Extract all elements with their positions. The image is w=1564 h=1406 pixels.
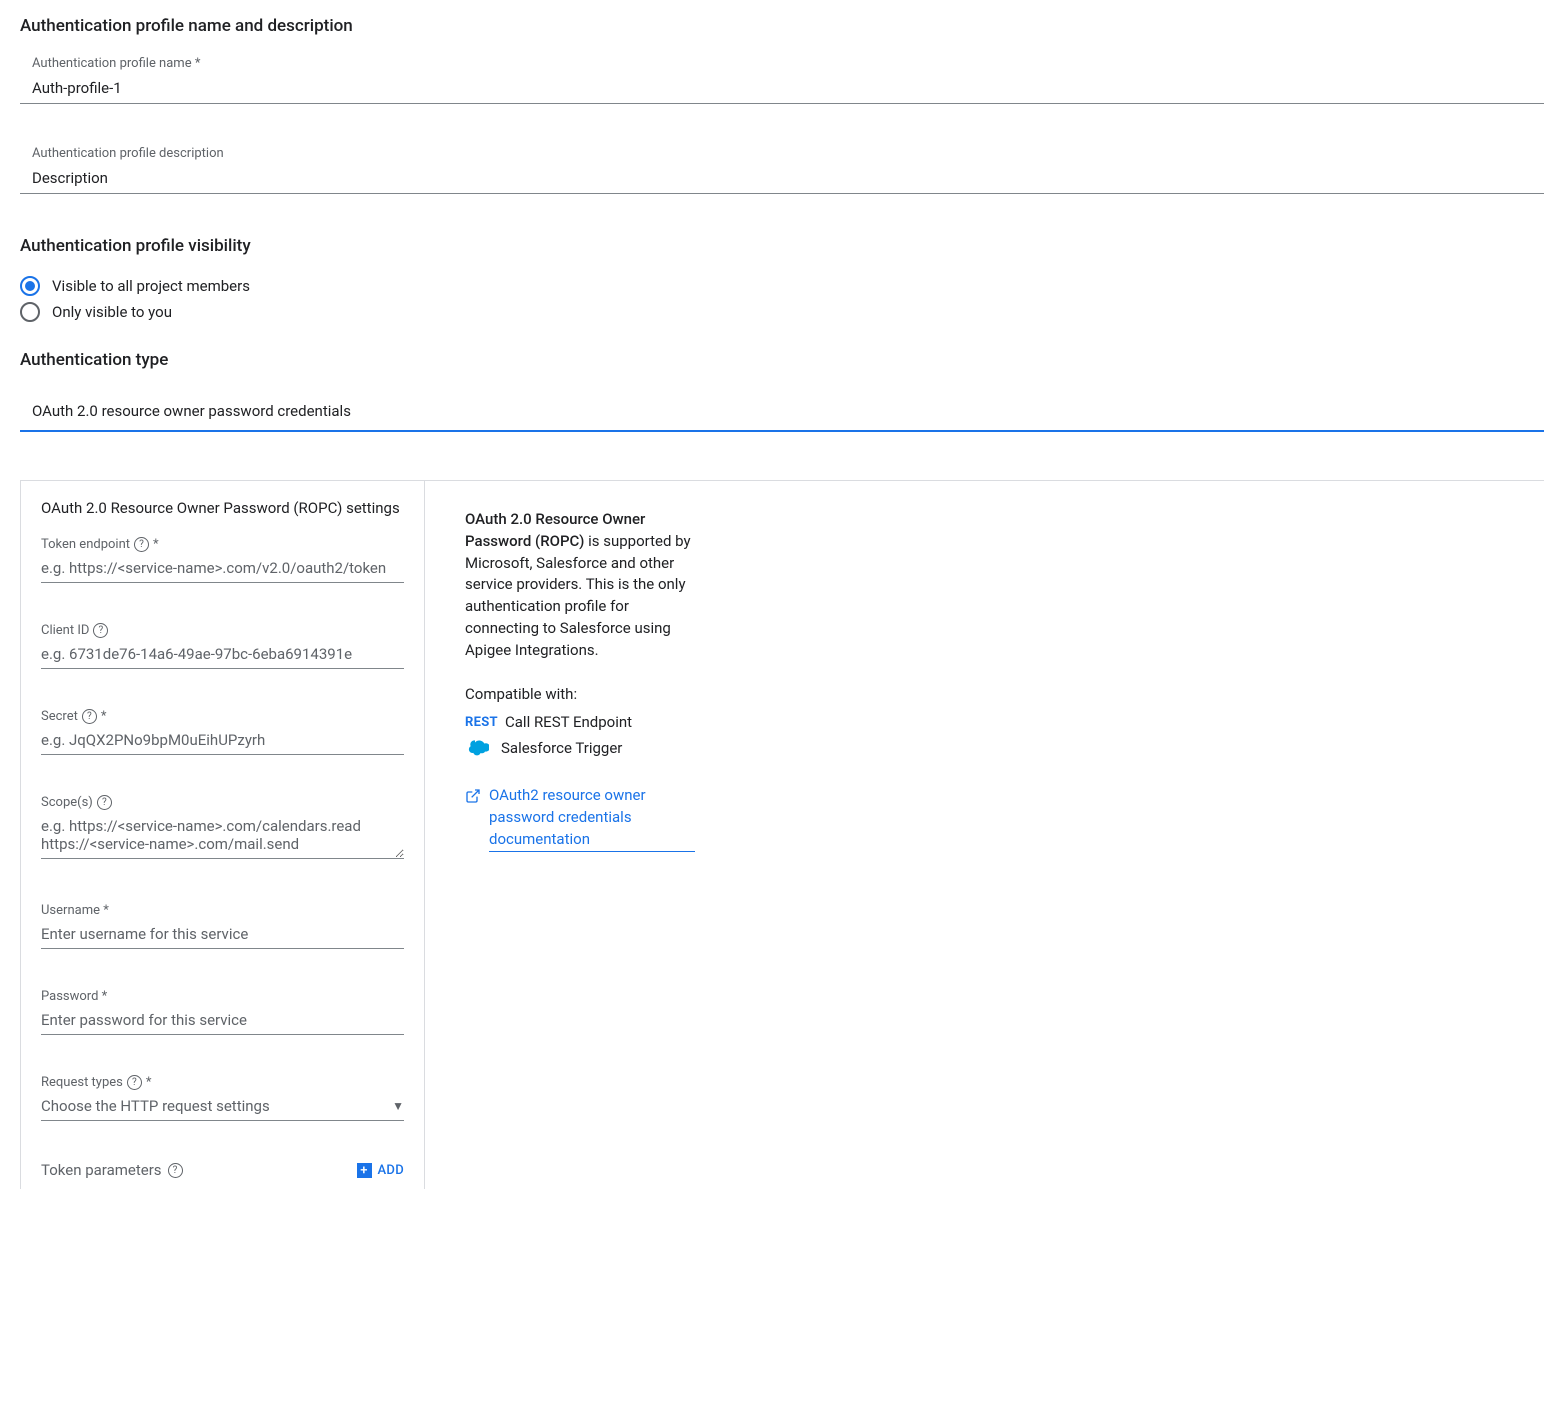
required-asterisk: * [153,537,159,552]
radio-checked-icon [20,276,40,296]
compat-rest-label: Call REST Endpoint [505,713,632,731]
username-input[interactable] [41,920,404,949]
chevron-down-icon: ▼ [392,1099,404,1113]
salesforce-icon [465,740,489,756]
scopes-label: Scope(s) [41,795,93,810]
scopes-input[interactable] [41,812,404,859]
compat-salesforce: Salesforce Trigger [465,739,1514,757]
ropc-settings-heading: OAuth 2.0 Resource Owner Password (ROPC)… [41,499,404,517]
help-icon[interactable]: ? [127,1075,142,1090]
section-visibility-heading: Authentication profile visibility [20,236,1544,256]
help-icon[interactable]: ? [82,709,97,724]
section-auth-type-heading: Authentication type [20,350,1544,370]
compat-sf-label: Salesforce Trigger [501,739,622,757]
help-icon[interactable]: ? [168,1163,183,1178]
add-token-param-button[interactable]: + ADD [357,1163,405,1178]
secret-label: Secret [41,709,78,724]
profile-name-input[interactable] [20,73,1544,104]
rest-icon: REST [465,715,493,730]
compat-rest: REST Call REST Endpoint [465,713,1514,731]
doc-link[interactable]: OAuth2 resource owner password credentia… [489,785,695,851]
visibility-all-radio[interactable]: Visible to all project members [20,276,1544,296]
help-icon[interactable]: ? [134,537,149,552]
profile-name-label: Authentication profile name * [20,56,1544,71]
auth-type-select[interactable]: OAuth 2.0 resource owner password creden… [20,390,1544,432]
required-asterisk: * [101,709,107,724]
token-params-label: Token parameters [41,1161,162,1179]
add-button-label: ADD [378,1163,405,1178]
password-input[interactable] [41,1006,404,1035]
visibility-self-radio[interactable]: Only visible to you [20,302,1544,322]
info-body: is supported by Microsoft, Salesforce an… [465,532,691,659]
info-pane: OAuth 2.0 Resource Owner Password (ROPC)… [425,480,1544,1189]
external-link-icon [465,788,481,808]
request-types-label: Request types [41,1075,123,1090]
compat-heading: Compatible with: [465,685,1514,703]
profile-desc-label: Authentication profile description [20,146,1544,161]
ropc-settings-pane: OAuth 2.0 Resource Owner Password (ROPC)… [20,480,425,1189]
request-types-select[interactable]: Choose the HTTP request settings ▼ [41,1092,404,1121]
client-id-input[interactable] [41,640,404,669]
visibility-all-label: Visible to all project members [52,277,250,295]
username-label: Username * [41,903,109,918]
request-types-placeholder: Choose the HTTP request settings [41,1097,270,1115]
token-endpoint-input[interactable] [41,554,404,583]
token-endpoint-label: Token endpoint [41,537,130,552]
client-id-label: Client ID [41,623,89,638]
password-label: Password * [41,989,107,1004]
radio-unchecked-icon [20,302,40,322]
info-text: OAuth 2.0 Resource Owner Password (ROPC)… [465,509,695,661]
profile-desc-input[interactable] [20,163,1544,194]
required-asterisk: * [146,1075,152,1090]
secret-input[interactable] [41,726,404,755]
help-icon[interactable]: ? [93,623,108,638]
visibility-self-label: Only visible to you [52,303,172,321]
section-name-desc-heading: Authentication profile name and descript… [20,16,1544,36]
plus-icon: + [357,1163,372,1178]
doc-link-row: OAuth2 resource owner password credentia… [465,785,695,851]
help-icon[interactable]: ? [97,795,112,810]
